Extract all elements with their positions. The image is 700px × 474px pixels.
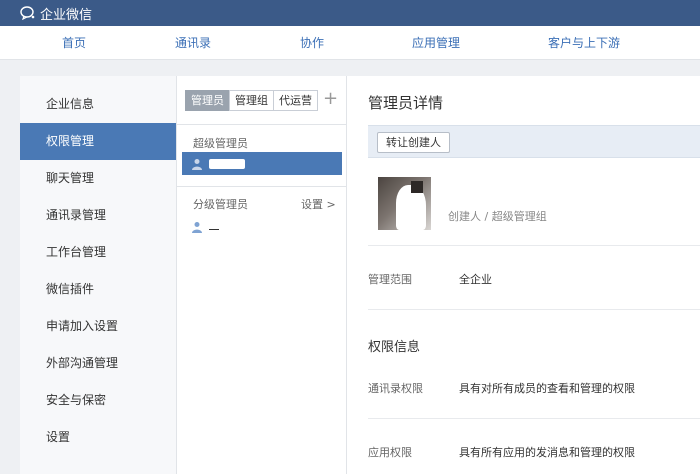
top-bar: 企业微信 xyxy=(0,0,700,26)
admin-name-redacted xyxy=(209,158,245,169)
sidebar-item-join-settings[interactable]: 申请加入设置 xyxy=(20,308,176,345)
admin-name-redacted xyxy=(449,186,509,198)
contacts-permission-label: 通讯录权限 xyxy=(368,382,423,395)
sidebar-item-chat-management[interactable]: 聊天管理 xyxy=(20,160,176,197)
main-nav: 首页 通讯录 协作 应用管理 客户与上下游 xyxy=(0,26,700,60)
wecom-logo-icon xyxy=(20,6,35,20)
nav-customers[interactable]: 客户与上下游 xyxy=(548,26,620,60)
nav-contacts[interactable]: 通讯录 xyxy=(175,26,211,60)
nav-home[interactable]: 首页 xyxy=(62,26,86,60)
admin-role: 创建人 / 超级管理组 xyxy=(448,210,547,223)
divider xyxy=(368,418,700,419)
sidebar-item-enterprise-info[interactable]: 企业信息 xyxy=(20,86,176,123)
apps-permission-value: 具有所有应用的发消息和管理的权限 xyxy=(459,446,635,459)
tab-admin-groups[interactable]: 管理组 xyxy=(229,90,274,111)
apps-permission-label: 应用权限 xyxy=(368,446,412,459)
sub-admin-row[interactable] xyxy=(182,215,342,238)
divider xyxy=(368,245,700,246)
super-admin-label: 超级管理员 xyxy=(193,137,248,150)
person-icon xyxy=(192,221,202,233)
nav-app-management[interactable]: 应用管理 xyxy=(412,26,460,60)
super-admin-row[interactable] xyxy=(182,152,342,175)
admin-tabs: 管理员 管理组 代运营 xyxy=(185,90,318,111)
contacts-permission-value: 具有对所有成员的查看和管理的权限 xyxy=(459,382,635,395)
sidebar-item-wechat-plugin[interactable]: 微信插件 xyxy=(20,271,176,308)
tab-admins[interactable]: 管理员 xyxy=(185,90,230,111)
add-admin-button[interactable]: + xyxy=(323,89,338,109)
sidebar-item-contacts-management[interactable]: 通讯录管理 xyxy=(20,197,176,234)
permissions-section-title: 权限信息 xyxy=(368,340,421,355)
scope-value: 全企业 xyxy=(459,273,492,286)
transfer-creator-button[interactable]: 转让创建人 xyxy=(377,132,450,153)
admin-detail-panel: 管理员详情 转让创建人 创建人 / 超级管理组 管理范围 全企业 权限信息 通讯… xyxy=(347,76,700,474)
action-bar: 转让创建人 xyxy=(368,125,700,158)
divider xyxy=(177,186,347,187)
nav-collaboration[interactable]: 协作 xyxy=(300,26,324,60)
app-brand: 企业微信 xyxy=(40,7,93,23)
divider xyxy=(177,124,347,125)
person-icon xyxy=(192,158,202,170)
sidebar-item-security[interactable]: 安全与保密 xyxy=(20,382,176,419)
page-title: 管理员详情 xyxy=(368,94,444,112)
sub-admin-label: 分级管理员 xyxy=(193,198,248,211)
admin-name-redacted xyxy=(209,229,219,230)
avatar xyxy=(378,177,431,230)
sub-admin-settings-link[interactable]: 设置 > xyxy=(301,196,336,212)
sidebar-item-permissions[interactable]: 权限管理 xyxy=(20,123,176,160)
sidebar-item-external-communication[interactable]: 外部沟通管理 xyxy=(20,345,176,382)
tab-operators[interactable]: 代运营 xyxy=(273,90,318,111)
scope-label: 管理范围 xyxy=(368,273,412,286)
sidebar: 企业信息 权限管理 聊天管理 通讯录管理 工作台管理 微信插件 申请加入设置 外… xyxy=(20,76,177,474)
admin-list-panel: 管理员 管理组 代运营 + 超级管理员 分级管理员 设置 > xyxy=(177,76,347,474)
divider xyxy=(368,309,700,310)
sidebar-item-workbench-management[interactable]: 工作台管理 xyxy=(20,234,176,271)
sidebar-item-settings[interactable]: 设置 xyxy=(20,419,176,456)
